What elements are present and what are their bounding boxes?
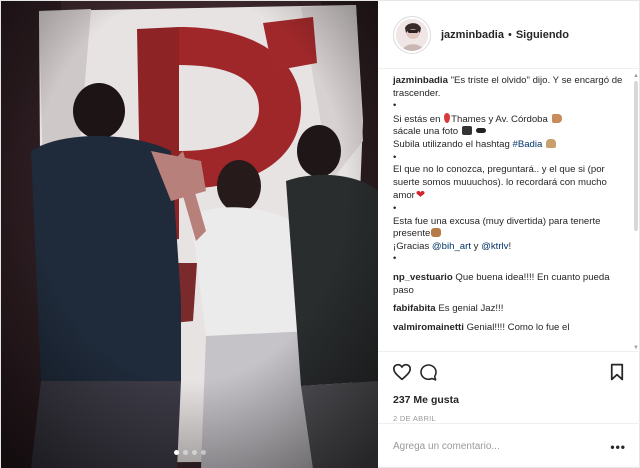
action-icons-row <box>393 361 626 385</box>
comment-username-link[interactable]: np_vestuario <box>393 272 453 283</box>
mention-link[interactable]: @ktrlv <box>481 241 508 252</box>
avatar-portrait <box>396 18 428 51</box>
comment-input[interactable] <box>393 441 611 452</box>
post-photo[interactable] <box>1 1 378 468</box>
save-button[interactable] <box>606 361 628 383</box>
caption-text: ! <box>508 240 512 252</box>
caption-text: y <box>473 240 479 252</box>
caption-bullet: • <box>393 253 397 265</box>
speech-bubble-icon <box>419 363 437 381</box>
mention-link[interactable]: @bih_art <box>432 241 471 252</box>
caption-text: Si estás en <box>393 113 441 125</box>
caption-text: Esta fue una excusa (muy divertida) para… <box>393 215 601 240</box>
photo-scene <box>1 1 378 468</box>
avatar-image <box>396 18 428 51</box>
sunglasses-emoji-icon <box>476 128 487 134</box>
comment-username-link[interactable]: valmiromainetti <box>393 322 464 333</box>
caption-photo-line: sácale una foto <box>393 126 627 139</box>
following-button[interactable]: Siguiendo <box>516 29 569 41</box>
camera-emoji-icon <box>461 126 472 136</box>
caption-username-link[interactable]: jazminbadia <box>393 75 448 86</box>
comments-scrollbar[interactable]: ▲ ▼ <box>633 73 639 351</box>
caption-excuse-line: Esta fue una excusa (muy divertida) para… <box>393 216 627 241</box>
pointing-hand-emoji-icon <box>551 113 562 123</box>
carousel-dot[interactable] <box>182 450 188 455</box>
praying-hands-emoji-icon <box>546 138 557 148</box>
carousel-dot[interactable] <box>200 450 206 455</box>
post-actions: 237 Me gusta 2 DE ABRIL <box>378 351 640 423</box>
caption-thanks-line: ¡Gracias @bih_art y @ktrlv! <box>393 241 627 254</box>
post-date[interactable]: 2 DE ABRIL <box>393 414 626 423</box>
comment-item: fabifabita Es genial Jaz!!! <box>393 303 627 316</box>
comment-item: valmiromainetti Genial!!!! Como lo fue e… <box>393 322 627 335</box>
fist-emoji-icon <box>431 228 442 238</box>
heart-outline-icon <box>393 363 411 381</box>
likes-count[interactable]: 237 Me gusta <box>393 394 626 406</box>
caption-text: Thames y Av. Córdoba <box>451 113 548 125</box>
caption-first-line: jazminbadia "Es triste el olvido" dijo. … <box>393 75 627 100</box>
carousel-dot[interactable] <box>173 450 179 455</box>
hashtag-link[interactable]: #Badia <box>512 139 542 150</box>
heart-emoji-icon: ❤ <box>415 189 426 202</box>
instagram-post: jazminbadia • Siguiendo jazminbadia "Es … <box>0 0 640 468</box>
caption-bullet: • <box>393 151 397 163</box>
caption-bullet: • <box>393 100 397 112</box>
caption-hashtag-line: Subila utilizando el hashtag #Badia <box>393 138 627 152</box>
caption-memory-line: El que no lo conozca, preguntará.. y el … <box>393 164 627 203</box>
comments-section[interactable]: jazminbadia "Es triste el olvido" dijo. … <box>378 69 640 349</box>
carousel-dot[interactable] <box>191 450 197 455</box>
scrollbar-thumb[interactable] <box>634 81 638 231</box>
more-options-button[interactable]: ••• <box>610 440 626 454</box>
add-comment-bar: ••• <box>378 423 640 468</box>
header-separator: • <box>507 28 512 41</box>
comment-username-link[interactable]: fabifabita <box>393 303 436 314</box>
triangle-up-icon[interactable]: ▲ <box>633 73 639 79</box>
comment-item: np_vestuario Que buena idea!!!! En cuant… <box>393 272 627 297</box>
post-details-panel: jazminbadia • Siguiendo jazminbadia "Es … <box>378 1 640 468</box>
comment-button[interactable] <box>417 361 439 383</box>
avatar[interactable] <box>393 15 431 54</box>
caption-bullet: • <box>393 202 397 214</box>
caption-text: Subila utilizando el hashtag <box>393 138 510 150</box>
caption-text: ¡Gracias <box>393 240 430 252</box>
post-header: jazminbadia • Siguiendo <box>378 1 640 69</box>
comment-text: Es genial Jaz!!! <box>438 303 504 315</box>
comment-text: Genial!!!! Como lo fue el <box>466 321 570 333</box>
carousel-indicator <box>1 450 378 455</box>
caption-text: sácale una foto <box>393 126 459 138</box>
caption-location-line: Si estás en Thames y Av. Córdoba <box>393 112 627 127</box>
pin-emoji-icon <box>444 112 451 123</box>
header-username-link[interactable]: jazminbadia <box>441 29 504 41</box>
caption-text: El que no lo conozca, preguntará.. y el … <box>393 164 607 202</box>
bookmark-icon <box>610 363 624 381</box>
like-button[interactable] <box>391 361 413 383</box>
